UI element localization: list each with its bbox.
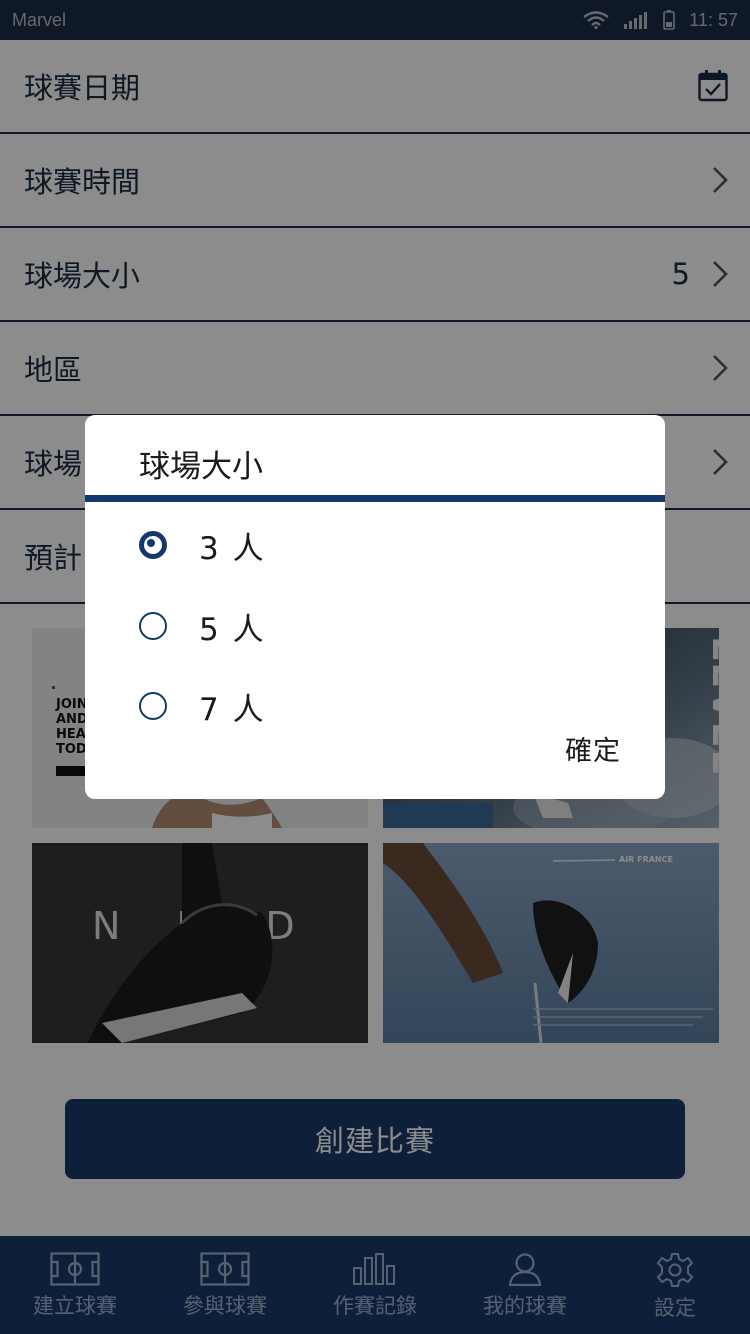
option-label: 3 人 xyxy=(199,530,266,567)
option-7-players[interactable]: 7 人 xyxy=(139,681,266,731)
dialog-title: 球場大小 xyxy=(139,449,263,485)
radio-unselected-icon[interactable] xyxy=(139,692,167,720)
court-size-dialog: 球場大小 3 人 5 人 7 人 確定 xyxy=(85,415,665,799)
option-5-players[interactable]: 5 人 xyxy=(139,601,266,651)
confirm-button[interactable]: 確定 xyxy=(565,729,621,768)
dialog-divider xyxy=(85,495,665,502)
radio-selected-icon[interactable] xyxy=(139,531,167,559)
option-label: 7 人 xyxy=(199,691,266,728)
option-label: 5 人 xyxy=(199,611,266,648)
radio-unselected-icon[interactable] xyxy=(139,612,167,640)
option-3-players[interactable]: 3 人 xyxy=(139,520,266,570)
